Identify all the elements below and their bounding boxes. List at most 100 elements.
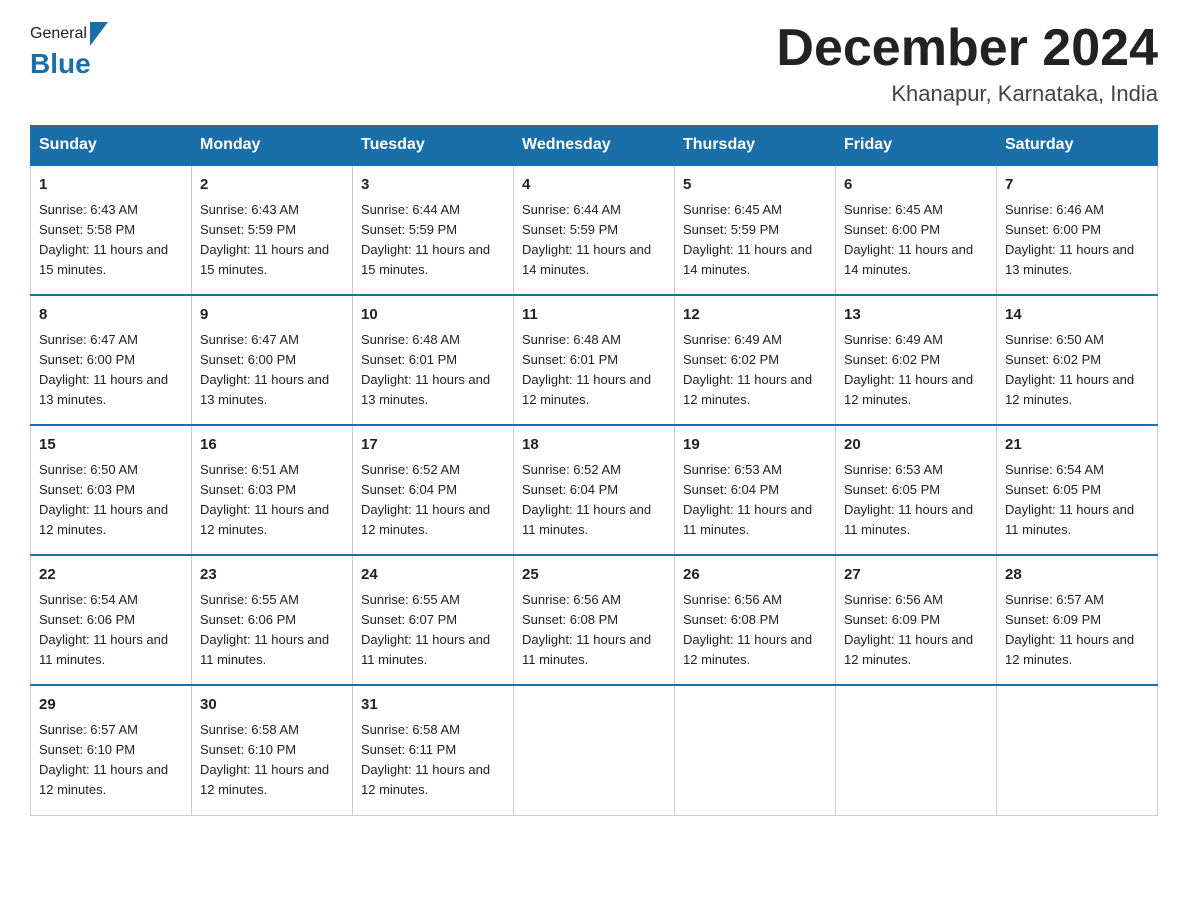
calendar-day-cell: 31Sunrise: 6:58 AMSunset: 6:11 PMDayligh… <box>353 685 514 815</box>
calendar-day-cell: 7 Sunrise: 6:46 AMSunset: 6:00 PMDaylight… <box>997 165 1158 295</box>
calendar-day-cell: 16Sunrise: 6:51 AMSunset: 6:03 PMDayligh… <box>192 425 353 555</box>
day-number: 19 <box>683 434 827 457</box>
title-section: December 2024 Khanapur, Karnataka, India <box>776 20 1158 107</box>
day-info: Sunrise: 6:54 AMSunset: 6:06 PMDaylight:… <box>39 590 183 671</box>
calendar-day-cell: 30Sunrise: 6:58 AMSunset: 6:10 PMDayligh… <box>192 685 353 815</box>
day-number: 9 <box>200 304 344 327</box>
calendar-day-cell: 24Sunrise: 6:55 AMSunset: 6:07 PMDayligh… <box>353 555 514 685</box>
day-number: 7 <box>1005 174 1149 197</box>
day-info: Sunrise: 6:46 AMSunset: 6:00 PMDaylight:… <box>1005 200 1149 281</box>
calendar-day-cell: 15 Sunrise: 6:50 AMSunset: 6:03 PMDayligh… <box>31 425 192 555</box>
day-info: Sunrise: 6:43 AMSunset: 5:58 PMDaylight:… <box>39 200 183 281</box>
logo-blue-text: Blue <box>30 48 91 79</box>
day-number: 17 <box>361 434 505 457</box>
day-info: Sunrise: 6:49 AMSunset: 6:02 PMDaylight:… <box>683 330 827 411</box>
calendar-day-cell: 13Sunrise: 6:49 AMSunset: 6:02 PMDayligh… <box>836 295 997 425</box>
day-info: Sunrise: 6:52 AMSunset: 6:04 PMDaylight:… <box>361 460 505 541</box>
calendar-day-cell: 23 Sunrise: 6:55 AMSunset: 6:06 PMDayligh… <box>192 555 353 685</box>
day-info: Sunrise: 6:47 AMSunset: 6:00 PMDaylight:… <box>200 330 344 411</box>
calendar-day-cell <box>836 685 997 815</box>
day-number: 11 <box>522 304 666 327</box>
day-info: Sunrise: 6:44 AMSunset: 5:59 PMDaylight:… <box>361 200 505 281</box>
location-title: Khanapur, Karnataka, India <box>776 81 1158 107</box>
day-number: 26 <box>683 564 827 587</box>
calendar-day-cell: 29 Sunrise: 6:57 AMSunset: 6:10 PMDayligh… <box>31 685 192 815</box>
weekday-header-sunday: Sunday <box>31 126 192 166</box>
day-number: 1 <box>39 174 183 197</box>
calendar-day-cell: 10Sunrise: 6:48 AMSunset: 6:01 PMDayligh… <box>353 295 514 425</box>
calendar-day-cell: 26Sunrise: 6:56 AMSunset: 6:08 PMDayligh… <box>675 555 836 685</box>
day-number: 10 <box>361 304 505 327</box>
weekday-header-friday: Friday <box>836 126 997 166</box>
day-number: 3 <box>361 174 505 197</box>
calendar-day-cell: 22Sunrise: 6:54 AMSunset: 6:06 PMDayligh… <box>31 555 192 685</box>
logo-triangle-icon <box>90 20 108 48</box>
calendar-week-row: 22Sunrise: 6:54 AMSunset: 6:06 PMDayligh… <box>31 555 1158 685</box>
calendar-day-cell: 27 Sunrise: 6:56 AMSunset: 6:09 PMDayligh… <box>836 555 997 685</box>
calendar-week-row: 29 Sunrise: 6:57 AMSunset: 6:10 PMDayligh… <box>31 685 1158 815</box>
day-number: 12 <box>683 304 827 327</box>
weekday-header-wednesday: Wednesday <box>514 126 675 166</box>
calendar-day-cell: 5 Sunrise: 6:45 AMSunset: 5:59 PMDaylight… <box>675 165 836 295</box>
calendar-day-cell: 17 Sunrise: 6:52 AMSunset: 6:04 PMDayligh… <box>353 425 514 555</box>
calendar-week-row: 1 Sunrise: 6:43 AMSunset: 5:58 PMDaylight… <box>31 165 1158 295</box>
calendar-day-cell: 18Sunrise: 6:52 AMSunset: 6:04 PMDayligh… <box>514 425 675 555</box>
day-number: 25 <box>522 564 666 587</box>
day-number: 21 <box>1005 434 1149 457</box>
calendar-day-cell: 6 Sunrise: 6:45 AMSunset: 6:00 PMDaylight… <box>836 165 997 295</box>
calendar-day-cell: 25Sunrise: 6:56 AMSunset: 6:08 PMDayligh… <box>514 555 675 685</box>
day-number: 20 <box>844 434 988 457</box>
calendar-day-cell: 2 Sunrise: 6:43 AMSunset: 5:59 PMDaylight… <box>192 165 353 295</box>
day-info: Sunrise: 6:57 AMSunset: 6:09 PMDaylight:… <box>1005 590 1149 671</box>
day-info: Sunrise: 6:45 AMSunset: 6:00 PMDaylight:… <box>844 200 988 281</box>
day-number: 6 <box>844 174 988 197</box>
day-info: Sunrise: 6:45 AMSunset: 5:59 PMDaylight:… <box>683 200 827 281</box>
calendar-table: SundayMondayTuesdayWednesdayThursdayFrid… <box>30 125 1158 815</box>
calendar-day-cell: 12 Sunrise: 6:49 AMSunset: 6:02 PMDayligh… <box>675 295 836 425</box>
day-info: Sunrise: 6:47 AMSunset: 6:00 PMDaylight:… <box>39 330 183 411</box>
day-number: 28 <box>1005 564 1149 587</box>
day-number: 14 <box>1005 304 1149 327</box>
logo-general-text: General <box>30 25 87 43</box>
page-header: General Blue December 2024 Khanapur, Kar… <box>30 20 1158 107</box>
calendar-week-row: 8Sunrise: 6:47 AMSunset: 6:00 PMDaylight… <box>31 295 1158 425</box>
day-info: Sunrise: 6:53 AMSunset: 6:04 PMDaylight:… <box>683 460 827 541</box>
month-title: December 2024 <box>776 20 1158 77</box>
weekday-header-thursday: Thursday <box>675 126 836 166</box>
day-info: Sunrise: 6:57 AMSunset: 6:10 PMDaylight:… <box>39 720 183 801</box>
day-number: 2 <box>200 174 344 197</box>
day-info: Sunrise: 6:53 AMSunset: 6:05 PMDaylight:… <box>844 460 988 541</box>
calendar-day-cell: 8Sunrise: 6:47 AMSunset: 6:00 PMDaylight… <box>31 295 192 425</box>
calendar-day-cell: 1 Sunrise: 6:43 AMSunset: 5:58 PMDaylight… <box>31 165 192 295</box>
calendar-day-cell <box>675 685 836 815</box>
calendar-day-cell: 9 Sunrise: 6:47 AMSunset: 6:00 PMDaylight… <box>192 295 353 425</box>
day-info: Sunrise: 6:50 AMSunset: 6:02 PMDaylight:… <box>1005 330 1149 411</box>
weekday-header-tuesday: Tuesday <box>353 126 514 166</box>
calendar-day-cell: 3 Sunrise: 6:44 AMSunset: 5:59 PMDaylight… <box>353 165 514 295</box>
day-number: 18 <box>522 434 666 457</box>
day-info: Sunrise: 6:50 AMSunset: 6:03 PMDaylight:… <box>39 460 183 541</box>
day-info: Sunrise: 6:58 AMSunset: 6:11 PMDaylight:… <box>361 720 505 801</box>
day-info: Sunrise: 6:43 AMSunset: 5:59 PMDaylight:… <box>200 200 344 281</box>
calendar-day-cell <box>514 685 675 815</box>
day-number: 29 <box>39 694 183 717</box>
day-number: 5 <box>683 174 827 197</box>
weekday-header-row: SundayMondayTuesdayWednesdayThursdayFrid… <box>31 126 1158 166</box>
day-info: Sunrise: 6:56 AMSunset: 6:09 PMDaylight:… <box>844 590 988 671</box>
day-info: Sunrise: 6:49 AMSunset: 6:02 PMDaylight:… <box>844 330 988 411</box>
weekday-header-monday: Monday <box>192 126 353 166</box>
day-number: 4 <box>522 174 666 197</box>
calendar-day-cell <box>997 685 1158 815</box>
day-number: 15 <box>39 434 183 457</box>
calendar-day-cell: 19 Sunrise: 6:53 AMSunset: 6:04 PMDayligh… <box>675 425 836 555</box>
day-info: Sunrise: 6:58 AMSunset: 6:10 PMDaylight:… <box>200 720 344 801</box>
calendar-day-cell: 11 Sunrise: 6:48 AMSunset: 6:01 PMDayligh… <box>514 295 675 425</box>
calendar-day-cell: 21 Sunrise: 6:54 AMSunset: 6:05 PMDayligh… <box>997 425 1158 555</box>
day-info: Sunrise: 6:54 AMSunset: 6:05 PMDaylight:… <box>1005 460 1149 541</box>
day-info: Sunrise: 6:48 AMSunset: 6:01 PMDaylight:… <box>522 330 666 411</box>
calendar-day-cell: 4Sunrise: 6:44 AMSunset: 5:59 PMDaylight… <box>514 165 675 295</box>
day-info: Sunrise: 6:55 AMSunset: 6:07 PMDaylight:… <box>361 590 505 671</box>
day-number: 27 <box>844 564 988 587</box>
day-number: 23 <box>200 564 344 587</box>
day-info: Sunrise: 6:55 AMSunset: 6:06 PMDaylight:… <box>200 590 344 671</box>
